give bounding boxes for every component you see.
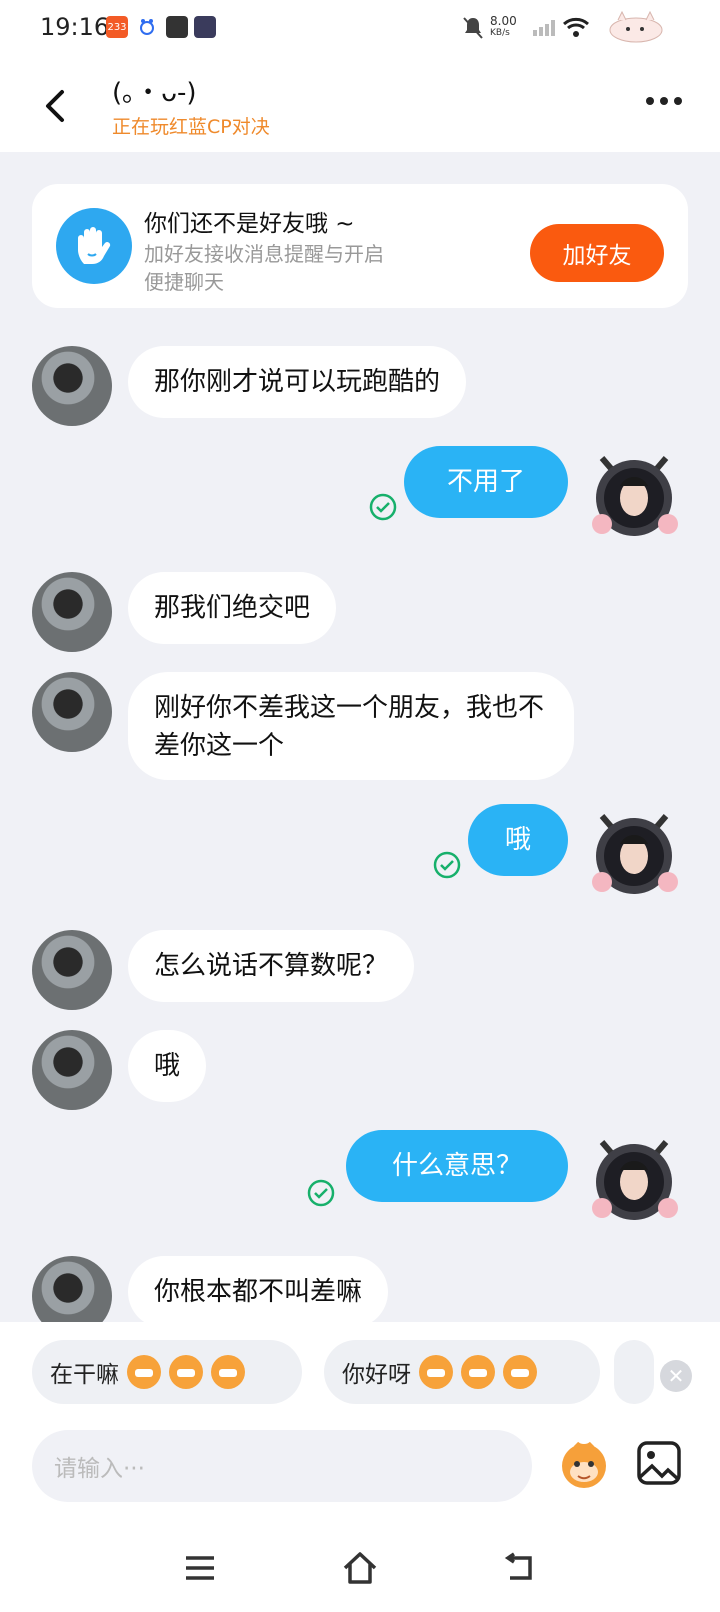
quick-reply-text: 在干嘛 [50,1362,119,1388]
emoji-monkey-icon [461,1355,495,1389]
quick-reply-chip[interactable]: 你好呀 [324,1340,600,1404]
chat-title: (｡・ᴗ-) [112,78,197,108]
wave-hand-icon [56,208,132,284]
card-title: 你们还不是好友哦 ~ [144,211,355,237]
emoji-grin-icon [127,1355,161,1389]
back-arrow-icon[interactable] [40,84,74,128]
card-description: 加好友接收消息提醒与开启便捷聊天 [144,242,384,294]
home-nav-icon[interactable] [340,1548,380,1588]
emoji-monkey-icon [419,1355,453,1389]
mute-bell-icon [462,16,484,44]
back-nav-icon[interactable] [500,1548,540,1588]
self-avatar[interactable] [588,804,680,896]
message-bubble-incoming[interactable]: 那我们绝交吧 [128,572,337,644]
quick-reply-text: 你好呀 [342,1362,411,1388]
message-bubble-outgoing[interactable]: 哦 [468,804,568,876]
baidu-icon [136,16,158,38]
message-bubble-incoming[interactable]: 那你刚才说可以玩跑酷的 [128,346,467,418]
message-bubble-incoming[interactable]: 你根本都不叫差嘛 [128,1256,389,1328]
read-check-icon [368,492,398,522]
contact-avatar[interactable] [32,346,112,426]
more-options-icon[interactable] [644,88,684,114]
contact-avatar[interactable] [32,572,112,652]
net-speed: 8.00 [490,14,517,28]
battery-cat-icon [608,10,664,48]
read-check-icon [306,1178,336,1208]
app-233-icon: 233 [106,16,128,38]
self-avatar[interactable] [588,446,680,538]
emoji-monkey-icon [503,1355,537,1389]
add-friend-button[interactable]: 加好友 [530,224,664,282]
wifi-icon [562,16,590,42]
emoji-grin-icon [169,1355,203,1389]
add-friend-card: 你们还不是好友哦 ~ 加好友接收消息提醒与开启便捷聊天 加好友 [32,184,688,308]
read-check-icon [432,850,462,880]
status-bar: 19:16 233 8.00 KB/s [0,0,720,58]
status-time: 19:16 [40,13,110,41]
quick-reply-chip-partial[interactable] [614,1340,654,1404]
sticker-icon[interactable] [556,1436,612,1496]
net-unit: KB/s [490,28,510,38]
chat-header: (｡・ᴗ-) 正在玩红蓝CP对决 [0,58,720,152]
contact-avatar[interactable] [32,930,112,1010]
media-icon [194,16,216,38]
contact-avatar[interactable] [32,672,112,752]
message-icon [166,16,188,38]
message-bubble-incoming[interactable]: 哦 [128,1030,207,1102]
message-bubble-incoming[interactable]: 怎么说话不算数呢？ [128,930,415,1002]
close-icon[interactable]: ✕ [660,1360,692,1392]
message-input[interactable]: 请输入··· [32,1430,532,1502]
message-bubble-outgoing[interactable]: 不用了 [404,446,568,518]
image-icon[interactable] [636,1440,682,1490]
quick-reply-chip[interactable]: 在干嘛 [32,1340,302,1404]
message-bubble-incoming[interactable]: 刚好你不差我这一个朋友，我也不差你这一个 [128,672,574,780]
contact-avatar[interactable] [32,1030,112,1110]
chat-subtitle: 正在玩红蓝CP对决 [112,116,270,138]
input-area: 请输入··· [0,1430,720,1612]
self-avatar[interactable] [588,1130,680,1222]
quick-reply-bar: 在干嘛 你好呀 ✕ [0,1322,720,1430]
message-bubble-outgoing[interactable]: 什么意思？ [346,1130,568,1202]
emoji-grin-icon [211,1355,245,1389]
menu-nav-icon[interactable] [180,1548,220,1588]
signal-icon [532,18,556,40]
